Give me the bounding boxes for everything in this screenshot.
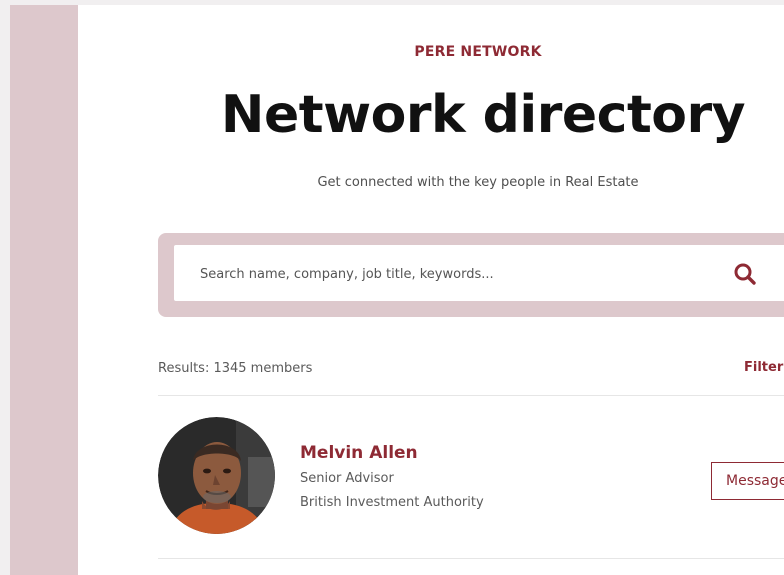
filter-link[interactable]: Filter	[744, 360, 783, 375]
message-button[interactable]: Message	[711, 462, 784, 500]
results-divider	[158, 395, 784, 396]
member-job-title: Senior Advisor	[300, 471, 394, 486]
search-box	[174, 245, 784, 303]
network-eyebrow: PERE NETWORK	[414, 44, 542, 60]
page-title: Network directory	[220, 85, 746, 145]
search-input[interactable]	[198, 245, 702, 303]
member-company: British Investment Authority	[300, 495, 484, 510]
row-divider	[158, 558, 784, 559]
search-bar-frame	[158, 233, 784, 317]
search-icon	[734, 263, 756, 285]
page-subtitle: Get connected with the key people in Rea…	[317, 175, 639, 190]
left-decorative-band	[10, 5, 84, 575]
member-name[interactable]: Melvin Allen	[300, 443, 418, 463]
search-button[interactable]	[732, 261, 758, 287]
results-count: Results: 1345 members	[158, 361, 313, 376]
avatar[interactable]	[158, 417, 275, 534]
member-photo-icon	[158, 417, 275, 534]
directory-panel: PERE NETWORK Network directory Get conne…	[78, 5, 784, 575]
